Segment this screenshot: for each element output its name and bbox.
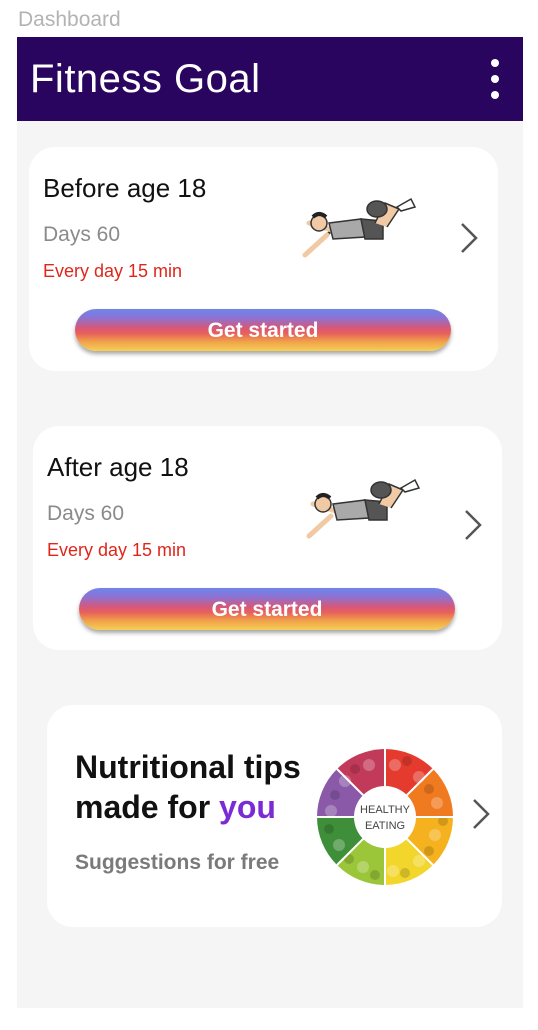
nutrition-title-highlight: you bbox=[219, 789, 276, 825]
chevron-right-icon[interactable] bbox=[471, 797, 491, 831]
wheel-text-line2: EATING bbox=[365, 820, 405, 832]
more-menu-icon[interactable] bbox=[483, 57, 507, 101]
nutrition-tips-card[interactable]: Nutritional tips made for you Suggestion… bbox=[47, 705, 502, 927]
nutrition-title: Nutritional tips made for you bbox=[75, 747, 335, 827]
chevron-right-icon[interactable] bbox=[459, 221, 479, 255]
chevron-right-icon[interactable] bbox=[463, 508, 483, 542]
program-card-after-18[interactable]: After age 18 Days 60 Every day 15 min Ge… bbox=[33, 426, 502, 650]
app-title: Fitness Goal bbox=[30, 57, 261, 101]
card-title: After age 18 bbox=[47, 452, 189, 482]
nutrition-subtitle: Suggestions for free bbox=[75, 851, 280, 874]
wheel-text-line1: HEALTHY bbox=[360, 804, 411, 816]
frame-label: Dashboard bbox=[18, 8, 121, 31]
nutrition-title-line1: Nutritional tips bbox=[75, 749, 301, 785]
get-started-button[interactable]: Get started bbox=[79, 588, 455, 630]
exercise-illustration bbox=[306, 478, 421, 539]
program-card-before-18[interactable]: Before age 18 Days 60 Every day 15 min G… bbox=[29, 147, 498, 371]
get-started-label: Get started bbox=[207, 319, 319, 342]
nutrition-title-line2: made for bbox=[75, 789, 220, 825]
card-title: Before age 18 bbox=[43, 173, 207, 203]
card-days: Days 60 bbox=[43, 223, 121, 246]
get-started-button[interactable]: Get started bbox=[75, 309, 451, 351]
app-bar: Fitness Goal bbox=[17, 37, 523, 121]
exercise-illustration bbox=[302, 197, 417, 258]
dashboard-screen: Fitness Goal Before age 18 Days 60 Every… bbox=[17, 37, 523, 1008]
healthy-eating-wheel-image: HEALTHY EATING bbox=[317, 749, 453, 885]
card-days: Days 60 bbox=[47, 502, 125, 525]
card-duration: Every day 15 min bbox=[43, 261, 183, 281]
get-started-label: Get started bbox=[211, 598, 323, 621]
card-duration: Every day 15 min bbox=[47, 540, 187, 560]
